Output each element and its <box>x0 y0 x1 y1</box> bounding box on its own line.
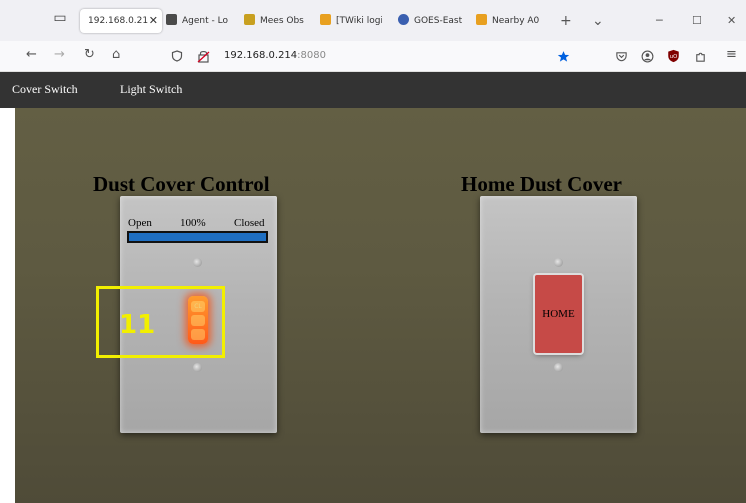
browser-tab[interactable]: [TWiki logi <box>320 9 382 33</box>
pocket-icon[interactable] <box>615 50 628 63</box>
forward-icon[interactable]: → <box>54 45 65 65</box>
account-icon[interactable] <box>641 50 654 63</box>
back-icon[interactable]: ← <box>26 45 37 65</box>
annotation-highlight-box <box>96 286 225 358</box>
top-screw <box>193 258 202 267</box>
observatory-favicon-icon <box>244 14 255 25</box>
tab-overflow-icon[interactable]: ⌄ <box>592 9 604 33</box>
tab-label: [TWiki logi <box>336 16 382 26</box>
url-port: :8080 <box>297 50 326 61</box>
nearby-favicon-icon <box>476 14 487 25</box>
tab-label: Agent - Lo <box>182 16 228 26</box>
tab-label: GOES-East <box>414 16 463 26</box>
nav-link-light-switch[interactable]: Light Switch <box>120 82 182 97</box>
close-tab-icon[interactable]: ✕ <box>149 9 158 33</box>
tab-list-icon[interactable]: ▭ <box>52 10 68 26</box>
browser-tab-bar: ▭ 192.168.0.21 ✕ Agent - Lo Mees Obs [TW… <box>0 0 746 41</box>
browser-tab[interactable]: Mees Obs <box>244 9 310 33</box>
goes-favicon-icon <box>398 14 409 25</box>
home-icon[interactable]: ⌂ <box>112 45 120 65</box>
agent-favicon-icon <box>166 14 177 25</box>
browser-tab-active[interactable]: 192.168.0.21 ✕ <box>80 9 162 33</box>
top-screw <box>554 258 563 267</box>
url-host: 192.168.0.214 <box>224 50 298 61</box>
cover-position-progress-bar <box>127 231 268 243</box>
menu-hamburger-icon[interactable]: ≡ <box>726 45 737 65</box>
scale-open-label: Open <box>128 217 152 229</box>
app-nav-bar: Cover Switch Light Switch <box>0 72 746 108</box>
minimize-icon[interactable]: ─ <box>656 9 663 33</box>
tab-label: Mees Obs <box>260 16 304 26</box>
twiki-favicon-icon <box>320 14 331 25</box>
nav-link-cover-switch[interactable]: Cover Switch <box>12 82 78 97</box>
browser-tab[interactable]: Nearby A0 <box>476 9 540 33</box>
reload-icon[interactable]: ↻ <box>84 45 95 65</box>
insecure-lock-icon[interactable] <box>197 49 210 63</box>
new-tab-icon[interactable]: + <box>560 9 572 33</box>
home-button-label: HOME <box>542 308 575 320</box>
browser-tab[interactable]: Agent - Lo <box>166 9 236 33</box>
home-dust-cover-title: Home Dust Cover <box>461 172 622 196</box>
dust-cover-title: Dust Cover Control <box>93 172 270 196</box>
tab-label: 192.168.0.21 <box>88 16 149 26</box>
scale-closed-label: Closed <box>234 217 265 229</box>
svg-text:uO: uO <box>670 54 677 60</box>
bookmark-star-icon[interactable] <box>557 50 570 63</box>
scale-percent-label: 100% <box>180 217 206 229</box>
annotation-number: 11 <box>119 310 156 340</box>
browser-tab[interactable]: GOES-East <box>398 9 464 33</box>
close-window-icon[interactable]: ✕ <box>727 9 736 33</box>
browser-nav-bar: ← → ↻ ⌂ 192.168.0.214:8080 uO ≡ <box>0 41 746 72</box>
cover-position-progress-fill <box>129 233 266 241</box>
maximize-icon[interactable]: ☐ <box>692 9 702 33</box>
url-bar[interactable]: 192.168.0.214:8080 <box>224 46 326 66</box>
extensions-puzzle-icon[interactable] <box>694 50 707 63</box>
tab-label: Nearby A0 <box>492 16 540 26</box>
home-button[interactable]: HOME <box>535 275 582 353</box>
ublock-origin-icon[interactable]: uO <box>667 49 680 63</box>
bottom-screw <box>193 363 202 372</box>
shield-icon[interactable] <box>171 50 183 62</box>
bottom-screw <box>554 363 563 372</box>
